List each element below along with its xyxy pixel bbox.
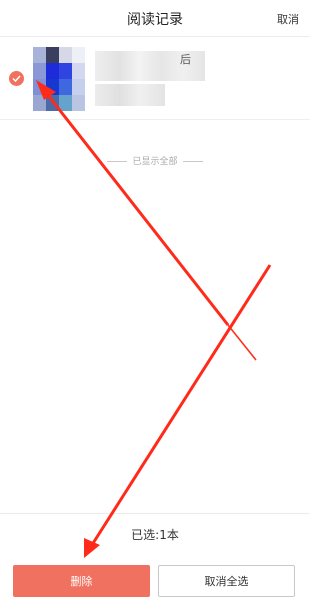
divider-left [107,161,128,162]
book-cover-image [33,47,85,111]
annotation-line-cross [227,324,257,361]
deselect-all-button[interactable]: 取消全选 [158,565,295,597]
annotation-line-diagonal [88,264,272,549]
cancel-button[interactable]: 取消 [277,11,299,27]
checkbox-checked-icon[interactable] [9,71,24,86]
divider-right [182,161,203,162]
record-meta-blurred [95,84,165,106]
all-shown-text: 已显示全部 [132,157,178,167]
delete-button[interactable]: 删除 [13,565,150,597]
all-shown-label: 已显示全部 [0,154,310,167]
checkmark-icon [12,75,21,82]
record-title-tail: 后 [180,53,191,66]
footer-divider [0,513,310,514]
page-title: 阅读记录 [127,12,183,28]
list-item[interactable]: 后 [0,38,310,120]
annotation-arrow-to-checkbox [38,84,230,326]
header: 阅读记录 取消 [0,0,310,37]
selected-count: 已选:1本 [131,528,179,542]
